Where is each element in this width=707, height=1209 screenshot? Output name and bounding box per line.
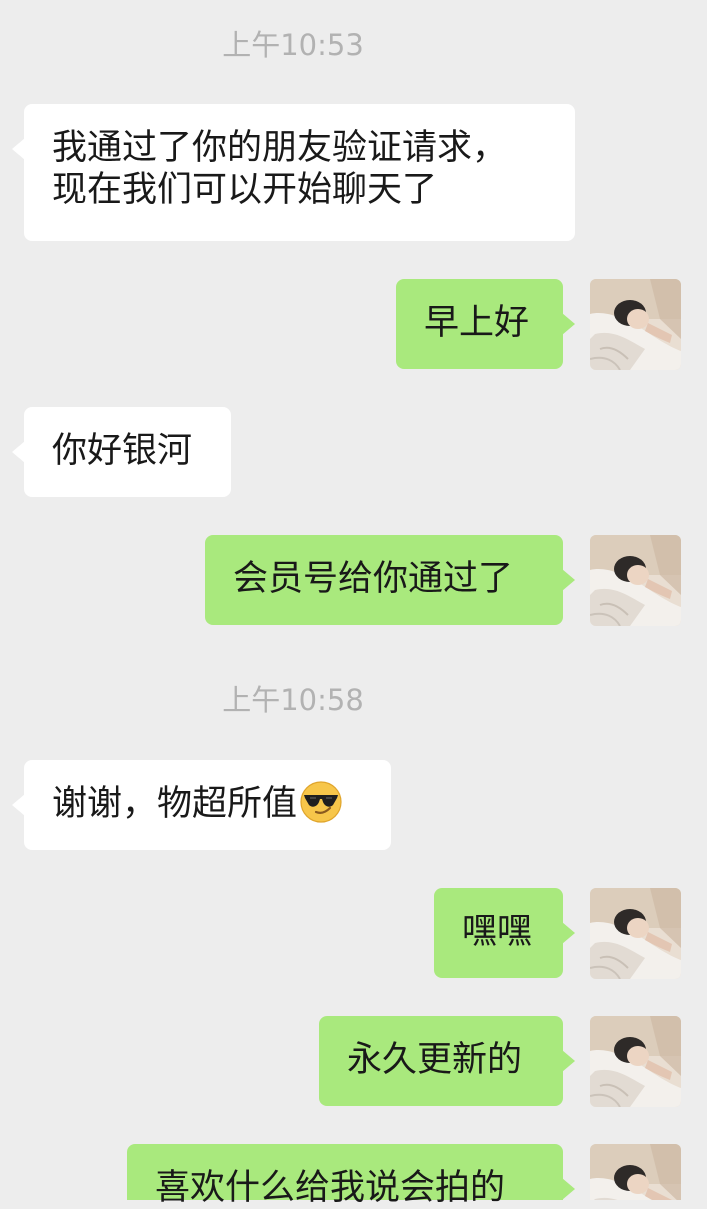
user-avatar[interactable] xyxy=(590,279,681,370)
message-text-line: 现在我们可以开始聊天了 xyxy=(52,170,438,210)
message-text: 谢谢，物超所值 xyxy=(52,784,298,824)
incoming-message-bubble[interactable]: 我通过了你的朋友验证请求， 现在我们可以开始聊天了 xyxy=(12,104,575,241)
message-text: 永久更新的 xyxy=(347,1040,523,1080)
message-text: 会员号给你通过了 xyxy=(233,559,514,599)
message-text: 喜欢什么给我说会拍的 xyxy=(155,1168,506,1208)
message-text: 嘿嘿 xyxy=(462,912,533,952)
incoming-message-bubble[interactable]: 你好银河 xyxy=(12,407,231,497)
outgoing-message-bubble[interactable]: 会员号给你通过了 xyxy=(205,535,575,625)
user-avatar[interactable] xyxy=(590,535,681,626)
timestamp: 上午10:53 xyxy=(222,28,364,62)
user-avatar[interactable] xyxy=(590,888,681,979)
smiling-face-with-sunglasses-icon xyxy=(300,781,342,823)
message-text-line: 我通过了你的朋友验证请求， xyxy=(52,128,508,168)
message-text: 你好银河 xyxy=(52,431,193,471)
message-text: 早上好 xyxy=(424,303,530,343)
incoming-message-bubble[interactable]: 谢谢，物超所值 xyxy=(12,760,391,850)
outgoing-message-bubble[interactable]: 嘿嘿 xyxy=(434,888,575,978)
outgoing-message-bubble[interactable]: 早上好 xyxy=(396,279,575,369)
outgoing-message-bubble[interactable]: 喜欢什么给我说会拍的 xyxy=(127,1144,575,1208)
outgoing-message-bubble[interactable]: 永久更新的 xyxy=(319,1016,575,1106)
chat-message-list[interactable]: 上午10:53 我通过了你的朋友验证请求， 现在我们可以开始聊天了 早上好 你好… xyxy=(0,0,707,1208)
timestamp: 上午10:58 xyxy=(222,683,364,717)
user-avatar[interactable] xyxy=(590,1016,681,1107)
user-avatar[interactable] xyxy=(590,1144,681,1200)
